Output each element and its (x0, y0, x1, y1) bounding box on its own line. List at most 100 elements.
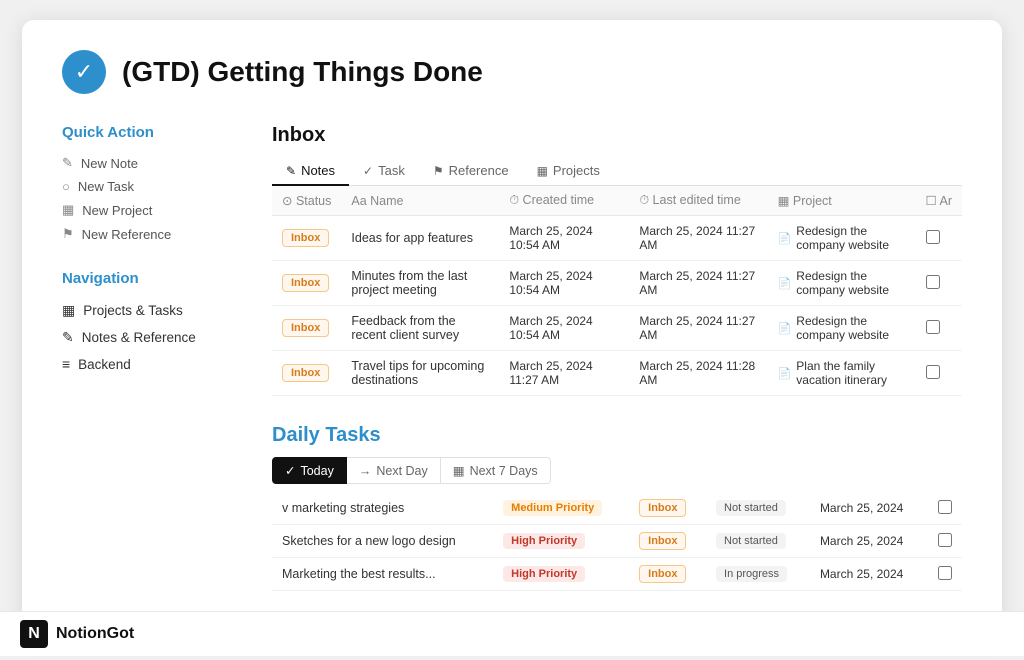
projects-icon: ▦ (62, 302, 75, 319)
nav-notes-reference[interactable]: ✎ Notes & Reference (62, 324, 242, 351)
task-tab-icon: ✓ (363, 164, 373, 178)
notes-tab-icon: ✎ (286, 164, 296, 178)
created-cell: March 25, 2024 10:54 AM (499, 216, 629, 261)
project-link: 📄 Plan the family vacation itinerary (778, 359, 906, 387)
daily-tasks-section: Daily Tasks ✓ Today → Next Day ▦ Next 7 … (272, 424, 962, 591)
status-cell: Inbox (272, 216, 341, 261)
task-status-cell: Not started (706, 525, 810, 558)
project-link: 📄 Redesign the company website (778, 224, 906, 252)
task-status-cell: Not started (706, 492, 810, 525)
task-tab-label: Task (378, 163, 405, 178)
task-checkbox[interactable] (938, 566, 952, 580)
task-inbox-badge: Inbox (639, 532, 686, 550)
status-badge: Inbox (282, 319, 329, 337)
reference-tab-label: Reference (449, 163, 509, 178)
created-cell: March 25, 2024 10:54 AM (499, 306, 629, 351)
priority-badge: High Priority (503, 533, 585, 549)
archive-checkbox[interactable] (926, 275, 940, 289)
edited-cell: March 25, 2024 11:28 AM (629, 351, 767, 396)
archive-cell (916, 306, 963, 351)
daily-tab-next7[interactable]: ▦ Next 7 Days (441, 457, 551, 484)
new-reference-action[interactable]: ⚑ New Reference (62, 222, 242, 246)
col-name: Aa Name (341, 186, 499, 216)
not-started-badge: Not started (716, 500, 786, 516)
daily-tab-today[interactable]: ✓ Today (272, 457, 347, 484)
project-link: 📄 Redesign the company website (778, 314, 906, 342)
page-icon: ✓ (62, 50, 106, 94)
table-header-row: ⊙ Status Aa Name ⏱ Created time ⏱ Last e… (272, 186, 962, 216)
project-file-icon: 📄 (778, 232, 792, 245)
tab-reference[interactable]: ⚑ Reference (419, 157, 523, 186)
nav-backend-label: Backend (78, 357, 131, 372)
daily-tab-nextday[interactable]: → Next Day (347, 457, 441, 484)
tasks-table: v marketing strategies Medium Priority I… (272, 492, 962, 591)
name-cell: Minutes from the last project meeting (341, 261, 499, 306)
sidebar: Quick Action ✎ New Note ○ New Task ▦ New… (62, 124, 242, 591)
inbox-table: ⊙ Status Aa Name ⏱ Created time ⏱ Last e… (272, 186, 962, 396)
tab-task[interactable]: ✓ Task (349, 157, 419, 186)
priority-cell: High Priority (493, 525, 629, 558)
task-inbox-badge: Inbox (639, 565, 686, 583)
created-cell: March 25, 2024 11:27 AM (499, 351, 629, 396)
task-checkbox[interactable] (938, 500, 952, 514)
project-icon: ▦ (62, 202, 74, 218)
archive-checkbox[interactable] (926, 320, 940, 334)
new-note-action[interactable]: ✎ New Note (62, 151, 242, 175)
name-cell: Travel tips for upcoming destinations (341, 351, 499, 396)
project-link: 📄 Redesign the company website (778, 269, 906, 297)
task-checkbox[interactable] (938, 533, 952, 547)
daily-tasks-tabs: ✓ Today → Next Day ▦ Next 7 Days (272, 457, 962, 484)
project-name: Redesign the company website (796, 314, 905, 342)
inbox-section: Inbox ✎ Notes ✓ Task ⚑ Reference (272, 124, 962, 396)
reference-tab-icon: ⚑ (433, 164, 444, 178)
archive-checkbox[interactable] (926, 365, 940, 379)
notes-tab-label: Notes (301, 163, 335, 178)
list-item: Marketing the best results... High Prior… (272, 558, 962, 591)
created-cell: March 25, 2024 10:54 AM (499, 261, 629, 306)
archive-cell (916, 261, 963, 306)
nav-backend[interactable]: ≡ Backend (62, 351, 242, 377)
col-created: ⏱ Created time (499, 186, 629, 216)
project-file-icon: 📄 (778, 367, 792, 380)
nextday-icon: → (359, 464, 372, 478)
col-status: ⊙ Status (272, 186, 341, 216)
col-archive: ☐ Ar (916, 186, 963, 216)
name-cell: Feedback from the recent client survey (341, 306, 499, 351)
logo-letter: N (20, 620, 48, 648)
nav-notes-label: Notes & Reference (82, 330, 196, 345)
project-file-icon: 📄 (778, 277, 792, 290)
projects-tab-icon: ▦ (537, 164, 548, 178)
status-cell: Inbox (272, 306, 341, 351)
priority-badge: Medium Priority (503, 500, 602, 516)
task-checkbox-cell (928, 525, 962, 558)
table-row: Inbox Ideas for app features March 25, 2… (272, 216, 962, 261)
note-icon: ✎ (62, 155, 73, 171)
task-inbox-badge: Inbox (639, 499, 686, 517)
bottom-bar: N NotionGot (0, 611, 1024, 656)
next7-icon: ▦ (453, 463, 465, 478)
new-note-label: New Note (81, 156, 138, 171)
tab-notes[interactable]: ✎ Notes (272, 157, 349, 186)
nav-projects-tasks[interactable]: ▦ Projects & Tasks (62, 297, 242, 324)
task-status-badge-cell: Inbox (629, 558, 706, 591)
content-area: Inbox ✎ Notes ✓ Task ⚑ Reference (272, 124, 962, 591)
quick-action-list: ✎ New Note ○ New Task ▦ New Project ⚑ Ne… (62, 151, 242, 246)
new-task-action[interactable]: ○ New Task (62, 175, 242, 198)
new-project-action[interactable]: ▦ New Project (62, 198, 242, 222)
name-cell: Ideas for app features (341, 216, 499, 261)
page-header: ✓ (GTD) Getting Things Done (62, 50, 962, 94)
edited-cell: March 25, 2024 11:27 AM (629, 261, 767, 306)
tab-projects[interactable]: ▦ Projects (523, 157, 614, 186)
page-title: (GTD) Getting Things Done (122, 56, 483, 88)
archive-checkbox[interactable] (926, 230, 940, 244)
edited-cell: March 25, 2024 11:27 AM (629, 216, 767, 261)
brand-name: NotionGot (56, 625, 134, 643)
project-cell: 📄 Redesign the company website (768, 306, 916, 351)
today-icon: ✓ (285, 463, 295, 478)
priority-cell: Medium Priority (493, 492, 629, 525)
status-badge: Inbox (282, 274, 329, 292)
archive-cell (916, 216, 963, 261)
notion-got-logo: N NotionGot (20, 620, 134, 648)
task-status-cell: In progress (706, 558, 810, 591)
projects-tab-label: Projects (553, 163, 600, 178)
